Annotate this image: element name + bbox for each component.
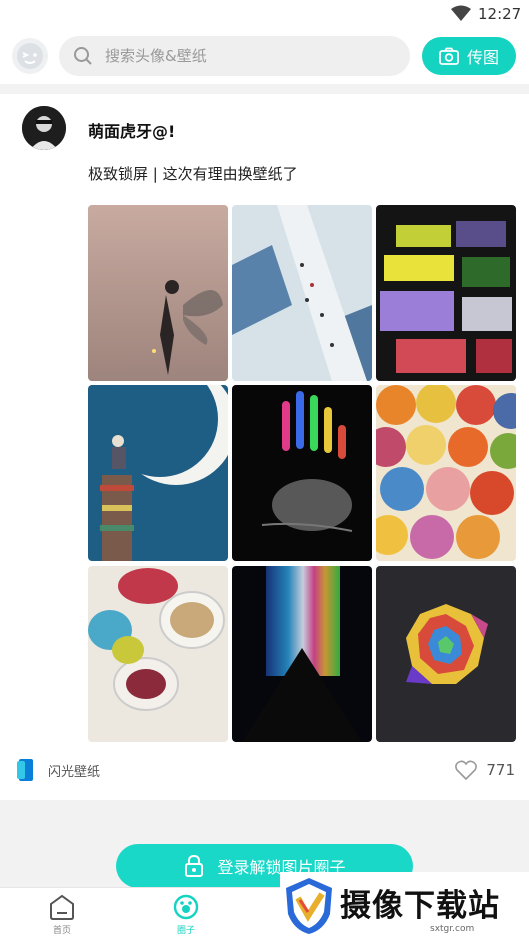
wifi-icon bbox=[451, 5, 471, 21]
image-tile-cups[interactable] bbox=[88, 566, 228, 742]
image-tile-mandala[interactable] bbox=[376, 566, 516, 742]
search-input[interactable] bbox=[105, 36, 395, 76]
image-tile-moon[interactable] bbox=[88, 385, 228, 561]
watermark-text: 摄像下载站 bbox=[340, 888, 500, 924]
lock-icon bbox=[185, 854, 204, 877]
image-tile-glass[interactable] bbox=[376, 205, 516, 381]
post-card: 萌面虎牙@! 极致锁屏 | 这次有理由换壁纸了 闪光壁纸 771 bbox=[0, 94, 529, 800]
image-tile-fairy[interactable] bbox=[88, 205, 228, 381]
nav-label-home: 首页 bbox=[52, 926, 71, 936]
wallpaper-app-icon bbox=[17, 759, 33, 781]
user-avatar[interactable] bbox=[22, 106, 66, 150]
upload-button[interactable]: 传图 bbox=[422, 37, 516, 75]
camera-icon bbox=[439, 47, 459, 65]
heart-icon bbox=[455, 760, 478, 780]
search-header: 传图 bbox=[0, 30, 529, 84]
nav-label-circle: 圈子 bbox=[176, 926, 195, 936]
source-label: 闪光壁纸 bbox=[48, 764, 101, 780]
search-box[interactable] bbox=[59, 36, 410, 76]
section-divider bbox=[0, 84, 529, 94]
image-tile-bridge[interactable] bbox=[232, 205, 372, 381]
site-watermark: 摄像下载站 sxtgr.com bbox=[280, 872, 529, 941]
image-tile-cats[interactable] bbox=[376, 385, 516, 561]
upload-button-label: 传图 bbox=[466, 48, 499, 67]
mascot-avatar-icon[interactable] bbox=[12, 38, 48, 74]
nav-item-home[interactable]: 首页 bbox=[32, 894, 92, 940]
image-tile-prism[interactable] bbox=[232, 566, 372, 742]
watermark-url: sxtgr.com bbox=[430, 924, 475, 934]
like-count: 771 bbox=[486, 761, 515, 779]
status-bar: 12:27 bbox=[0, 0, 529, 30]
watermark-logo-icon bbox=[286, 878, 332, 934]
image-grid bbox=[88, 205, 516, 742]
post-username[interactable]: 萌面虎牙@! bbox=[88, 118, 175, 142]
circle-icon bbox=[173, 894, 199, 920]
search-icon bbox=[74, 47, 92, 65]
source-channel[interactable]: 闪光壁纸 bbox=[16, 758, 100, 782]
nav-item-circle[interactable]: 圈子 bbox=[156, 894, 216, 940]
post-caption: 极致锁屏 | 这次有理由换壁纸了 bbox=[88, 165, 298, 183]
status-time: 12:27 bbox=[478, 5, 522, 23]
home-icon bbox=[50, 894, 74, 920]
like-button[interactable]: 771 bbox=[455, 760, 515, 780]
image-tile-hand[interactable] bbox=[232, 385, 372, 561]
